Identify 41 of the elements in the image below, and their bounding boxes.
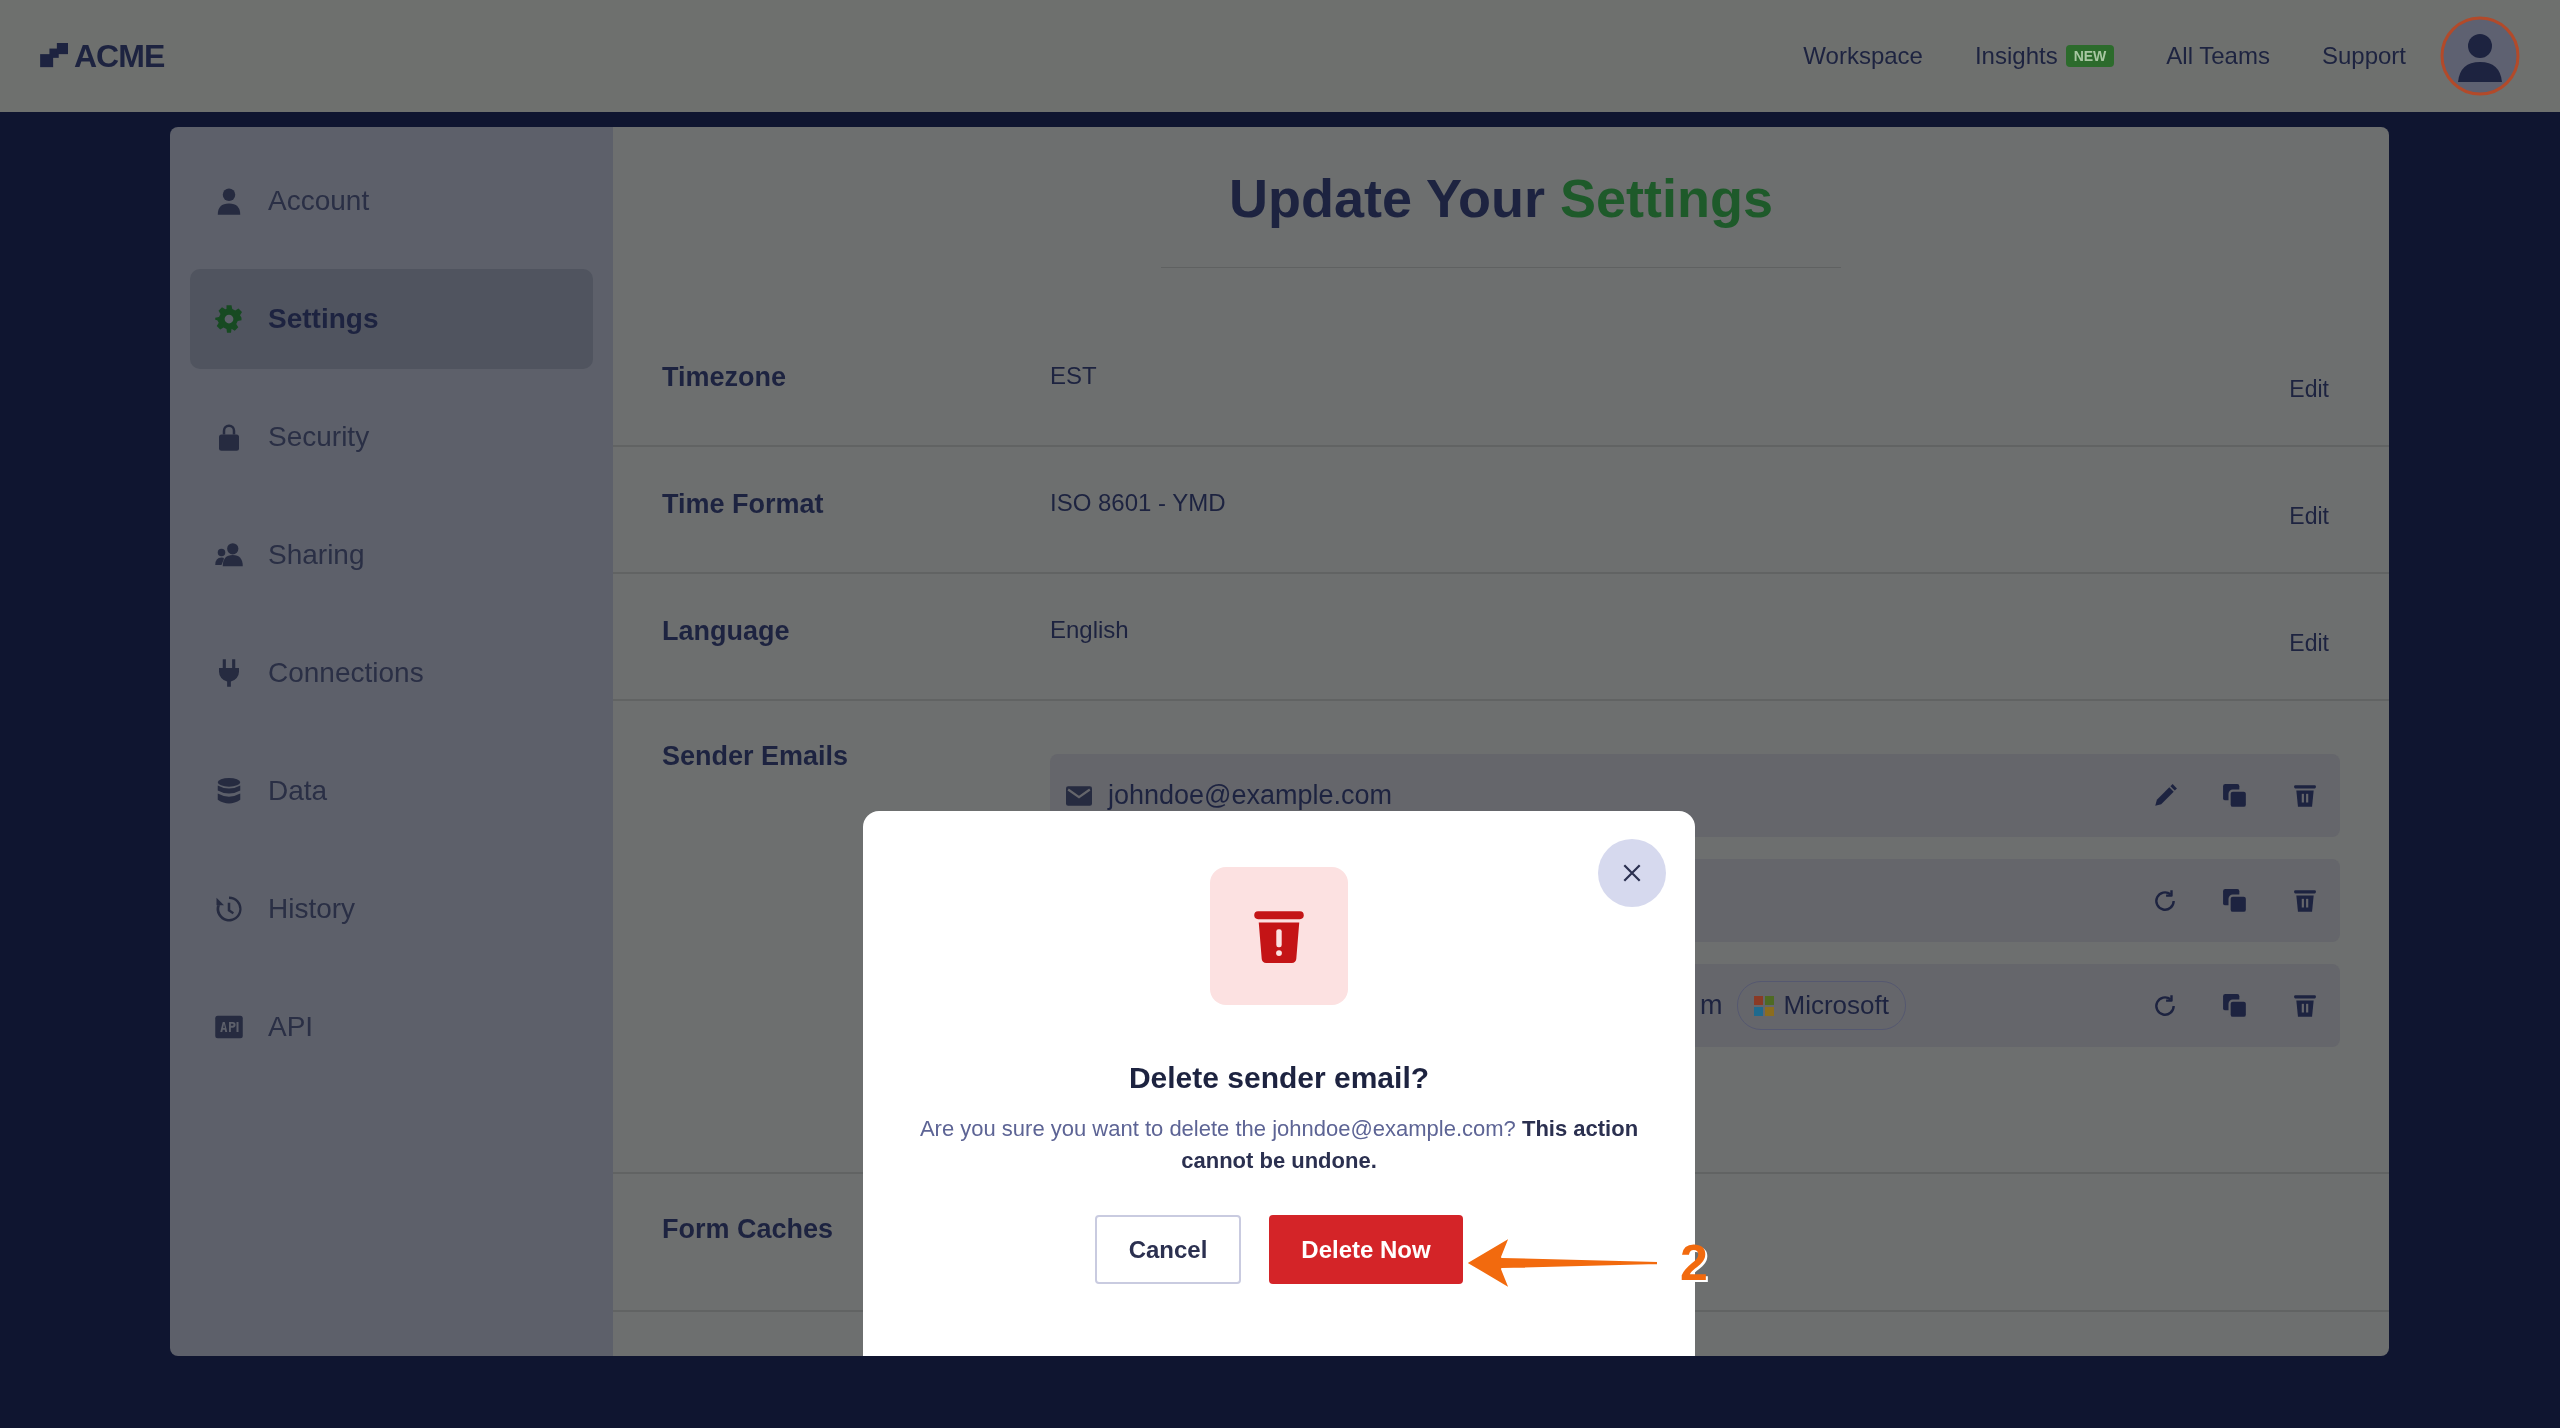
refresh-icon[interactable] <box>2152 992 2178 1019</box>
setting-label: Form Caches <box>662 1214 835 1245</box>
logo-text: ACME <box>74 37 165 75</box>
refresh-icon[interactable] <box>2152 887 2178 914</box>
edit-link[interactable]: Edit <box>2289 376 2329 403</box>
windows-logo-icon <box>1753 995 1774 1016</box>
copy-icon[interactable] <box>2222 887 2248 914</box>
setting-label: Time Format <box>662 489 825 520</box>
pencil-icon[interactable] <box>2152 782 2178 809</box>
copy-icon[interactable] <box>2222 782 2248 809</box>
avatar-icon[interactable] <box>2440 16 2520 96</box>
nav-link[interactable]: Support <box>2321 42 2406 70</box>
setting-label: Sender Emails <box>662 741 850 772</box>
setting-value: ISO 8601 - YMD <box>1050 489 1227 517</box>
setting-label: Language <box>662 616 791 647</box>
page-title: Update Your Settings <box>1228 167 1774 229</box>
close-icon <box>1621 862 1643 884</box>
setting-value: EST <box>1050 362 1098 390</box>
trash-icon[interactable] <box>2292 887 2318 914</box>
logo-icon <box>40 43 70 69</box>
new-badge: NEW <box>2065 45 2115 67</box>
nav-link[interactable]: Insights <box>1974 42 2058 70</box>
edit-link[interactable]: Edit <box>2289 630 2329 657</box>
gear-icon <box>214 304 244 334</box>
trash-icon[interactable] <box>2292 992 2318 1019</box>
cancel-button[interactable]: Cancel <box>1095 1215 1241 1284</box>
provider-name: Microsoft <box>1783 990 1889 1021</box>
history-icon <box>214 894 244 924</box>
email-address: m <box>1700 990 1723 1021</box>
envelope-icon <box>1066 785 1092 806</box>
nav-link[interactable]: All Teams <box>2166 42 2270 70</box>
trash-icon[interactable] <box>2292 782 2318 809</box>
setting-label: Timezone <box>662 362 788 393</box>
dialog-title: Delete sender email? <box>1128 1061 1430 1095</box>
delete-button[interactable]: Delete Now <box>1269 1215 1463 1284</box>
edit-link[interactable]: Edit <box>2289 503 2329 530</box>
setting-value: English <box>1050 616 1130 644</box>
email-address: johndoe@example.com <box>1108 780 1393 811</box>
dialog-message: Are you sure you want to delete the johndoe@example.com? This action cannot be undone. <box>918 1115 1640 1175</box>
nav-link[interactable]: Workspace <box>1803 42 1923 70</box>
copy-icon[interactable] <box>2222 992 2248 1019</box>
